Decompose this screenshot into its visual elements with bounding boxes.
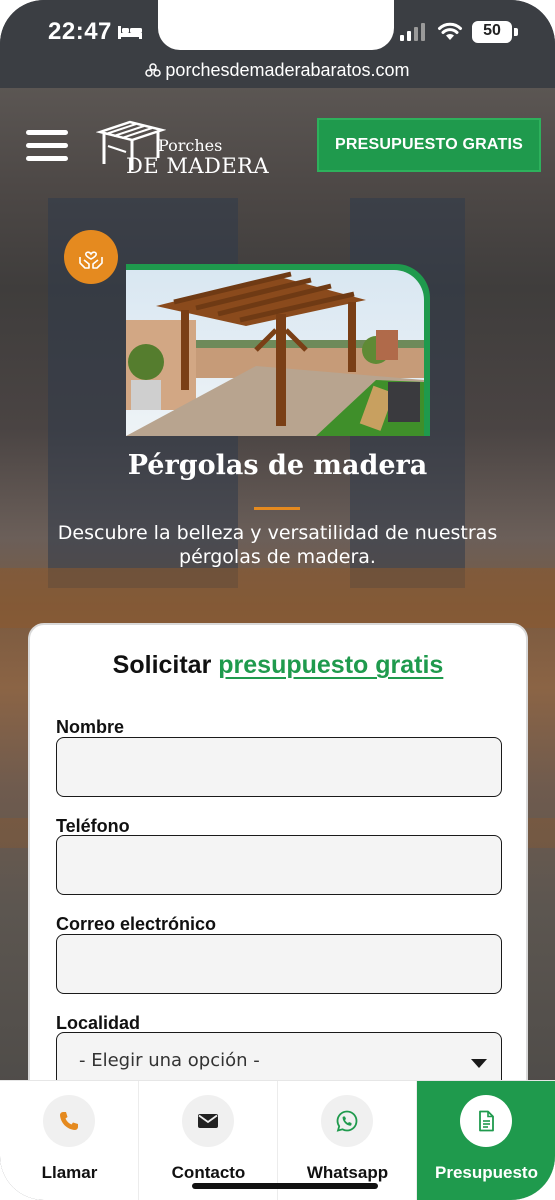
- title-divider: [254, 507, 300, 510]
- document-icon: [479, 1110, 494, 1132]
- url-text: porchesdemaderabaratos.com: [165, 60, 410, 80]
- logo-text-top: Porches: [158, 136, 223, 155]
- nav-icon-circle: [321, 1095, 373, 1147]
- notch: [158, 0, 394, 50]
- home-indicator[interactable]: [192, 1183, 378, 1189]
- phone-label: Teléfono: [56, 816, 130, 836]
- form-title: Solicitar presupuesto gratis: [30, 651, 526, 680]
- wifi-icon: [438, 22, 462, 40]
- phone-screen: 22:47 50 porchesdemaderabaratos.com Porc…: [0, 0, 555, 1200]
- whatsapp-icon: [336, 1110, 358, 1132]
- phone-field[interactable]: [56, 835, 502, 895]
- hero-image-frame: [126, 264, 430, 436]
- phone-icon: [60, 1112, 78, 1130]
- free-quote-button[interactable]: PRESUPUESTO GRATIS: [317, 118, 541, 172]
- logo-text-bottom: DE MADERA: [126, 154, 270, 178]
- site-logo[interactable]: Porches DE MADERA: [96, 114, 269, 180]
- nav-whatsapp-label: Whatsapp: [306, 1163, 389, 1182]
- hero-title: Pérgolas de madera: [127, 450, 428, 481]
- form-title-accent: presupuesto gratis: [218, 651, 444, 679]
- quote-form: Solicitar presupuesto gratis Nombre Telé…: [28, 623, 528, 1143]
- bottom-navigation: Llamar Contacto Whatsapp Presupuesto: [0, 1080, 555, 1200]
- locality-selected-value: - Elegir una opción -: [79, 1050, 260, 1071]
- chevron-down-icon: [471, 1059, 487, 1068]
- battery-icon: 50: [472, 21, 512, 43]
- nav-icon-circle: [460, 1095, 512, 1147]
- status-time: 22:47: [48, 18, 112, 45]
- envelope-icon: [198, 1114, 218, 1128]
- battery-level: 50: [483, 22, 501, 39]
- email-field[interactable]: [56, 934, 502, 994]
- battery-tip: [514, 28, 518, 36]
- pergola-photo: [126, 270, 424, 436]
- nav-icon-circle: [182, 1095, 234, 1147]
- nav-call-label: Llamar: [41, 1163, 98, 1182]
- form-title-plain: Solicitar: [112, 651, 219, 679]
- hero-subtitle: Descubre la belleza y versatilidad de nu…: [57, 522, 498, 568]
- nav-call[interactable]: Llamar: [0, 1081, 139, 1200]
- nav-quote[interactable]: Presupuesto: [417, 1081, 555, 1200]
- hands-heart-icon: [64, 230, 118, 284]
- background-beam: [0, 568, 555, 628]
- nav-contact-label: Contacto: [171, 1163, 246, 1182]
- nav-quote-label: Presupuesto: [435, 1163, 538, 1182]
- name-field[interactable]: [56, 737, 502, 797]
- email-label: Correo electrónico: [56, 914, 217, 934]
- locality-label: Localidad: [56, 1013, 141, 1033]
- hamburger-menu-icon[interactable]: [26, 130, 70, 162]
- address-bar[interactable]: porchesdemaderabaratos.com: [0, 58, 555, 88]
- status-bar: 22:47 50: [0, 0, 555, 58]
- name-label: Nombre: [56, 717, 125, 737]
- nav-icon-circle: [43, 1095, 95, 1147]
- bed-icon: [118, 26, 142, 39]
- site-settings-icon: [145, 63, 162, 77]
- signal-icon: [400, 23, 425, 41]
